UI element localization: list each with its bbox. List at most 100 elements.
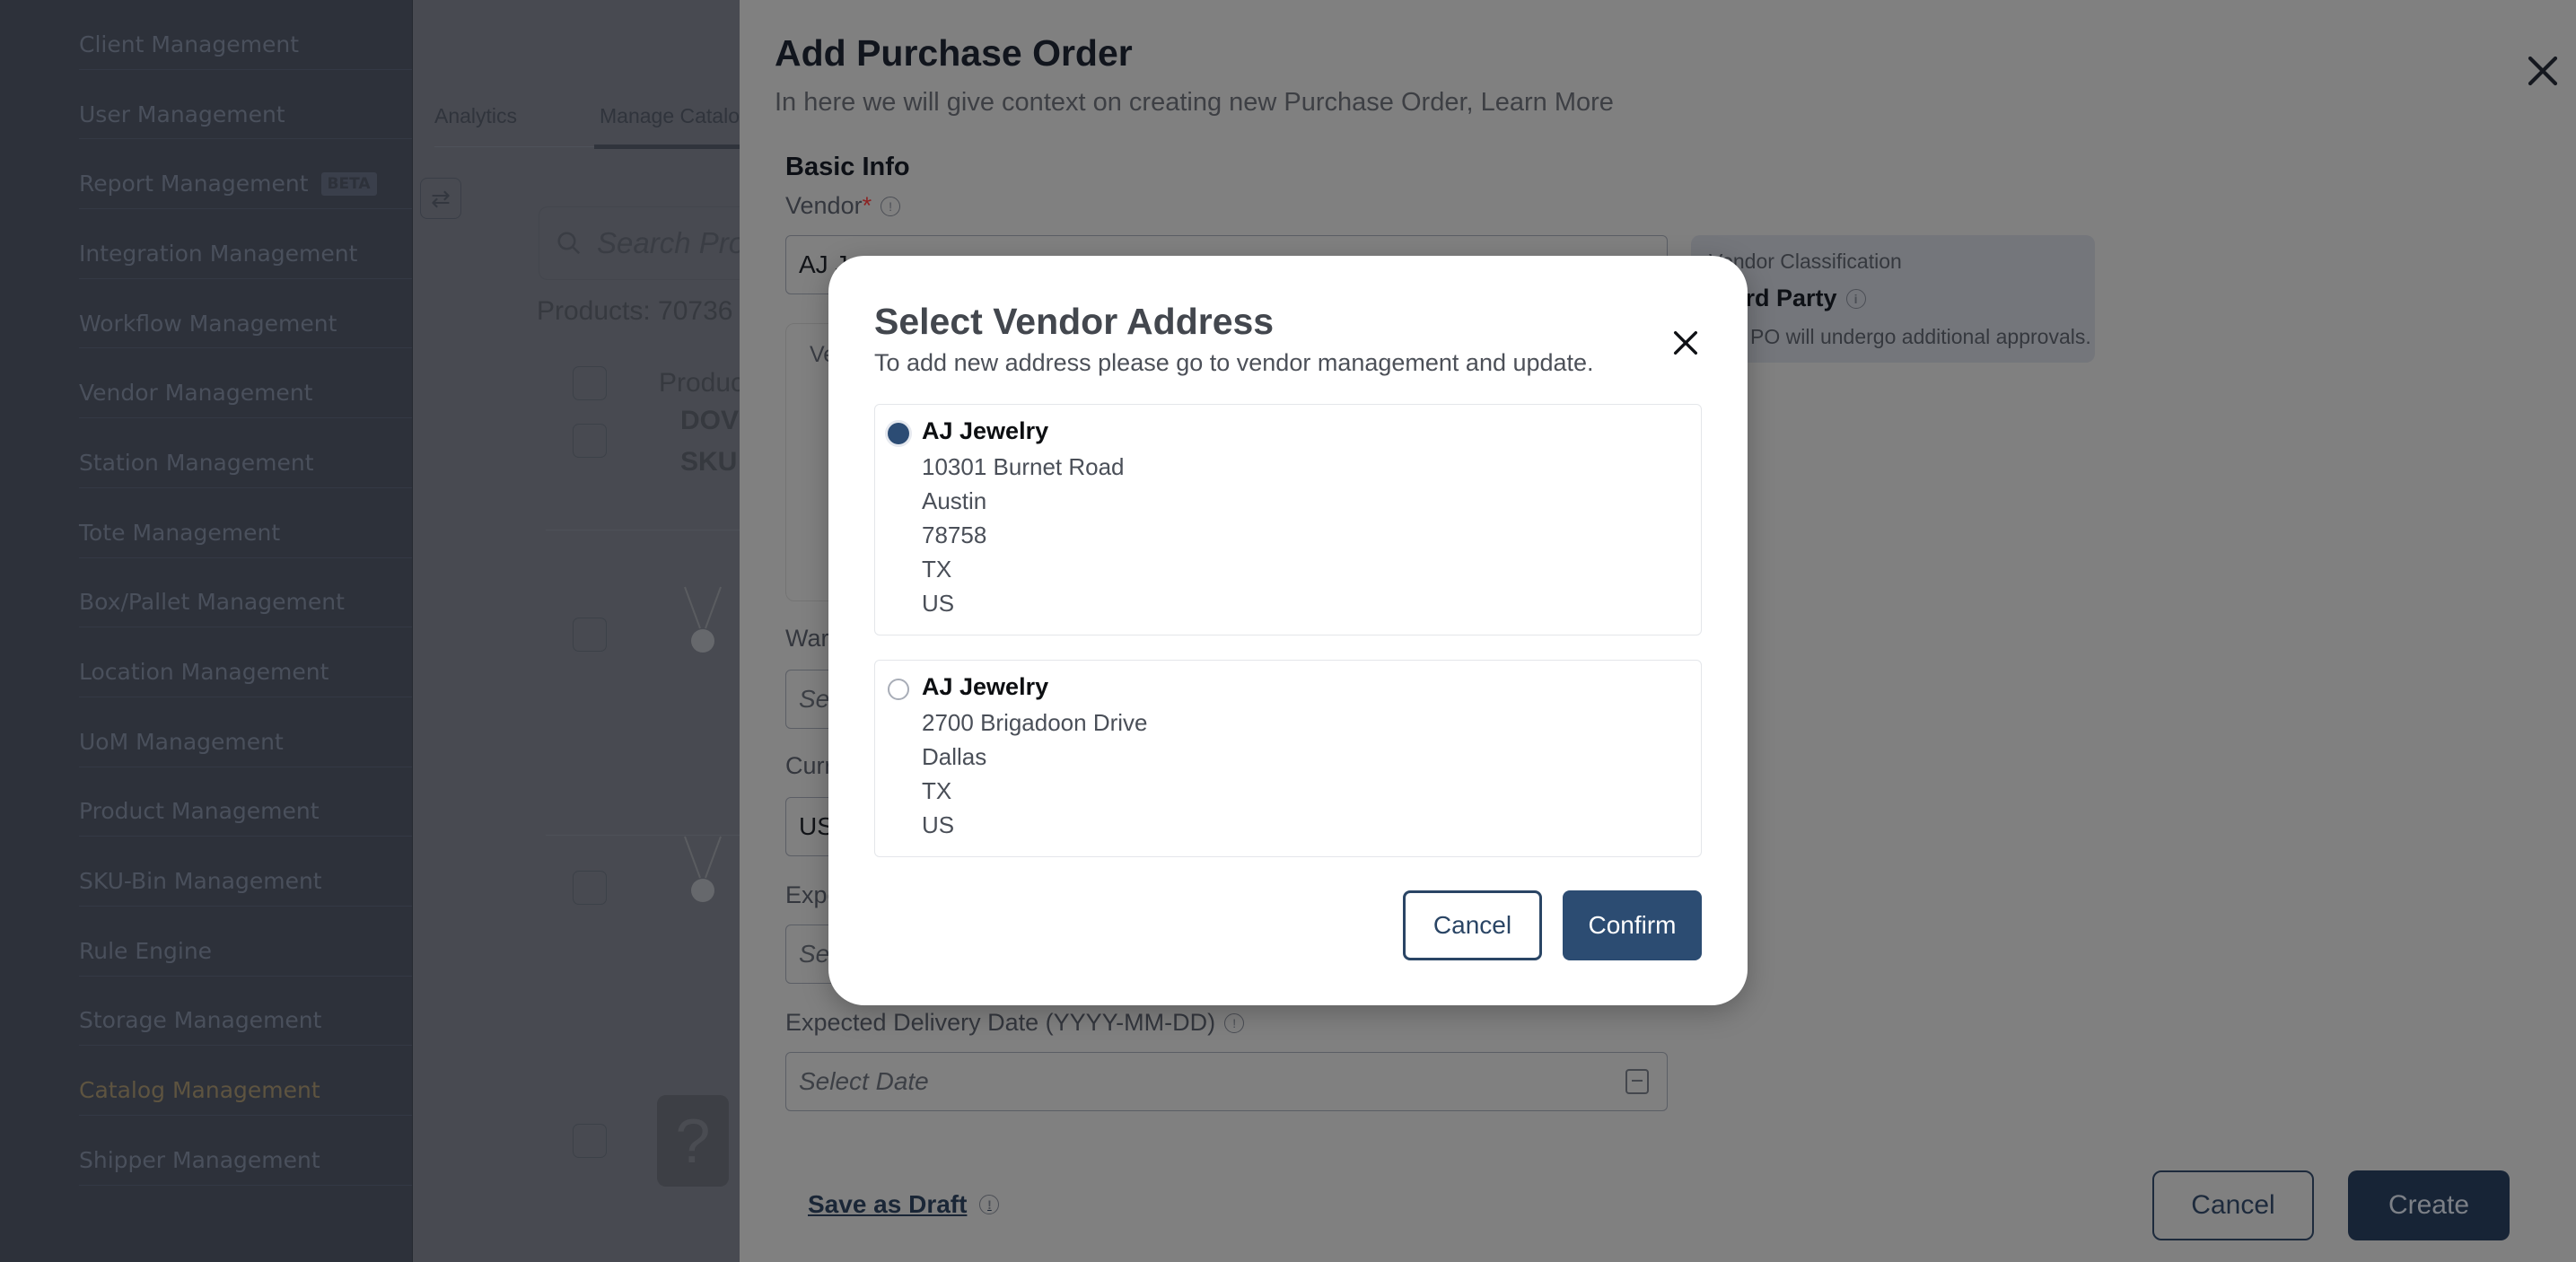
radio-selected[interactable] xyxy=(888,423,909,444)
address-option[interactable]: AJ Jewelry 2700 Brigadoon Drive Dallas T… xyxy=(874,660,1702,857)
vendor-label: Vendor* ! xyxy=(785,192,901,220)
address-city: Austin xyxy=(922,487,987,514)
sidebar-item-tote-management[interactable]: Tote Management xyxy=(79,488,412,558)
info-icon[interactable]: ! xyxy=(881,196,901,216)
address-option[interactable]: AJ Jewelry 10301 Burnet Road Austin 7875… xyxy=(874,404,1702,635)
product-sku: SKU: xyxy=(680,447,747,477)
modal-cancel-button[interactable]: Cancel xyxy=(1403,890,1542,960)
sidebar-item-label: Shipper Management xyxy=(79,1146,320,1173)
tab-analytics[interactable]: Analytics xyxy=(434,104,517,128)
catalog-page: Analytics Manage Catalog ⇄ Search Prod P… xyxy=(413,0,826,1262)
vendor-classification-label: Vendor Classification xyxy=(1709,250,1902,273)
row-checkbox[interactable] xyxy=(573,1124,607,1158)
search-icon xyxy=(557,232,581,255)
address-street: 2700 Brigadoon Drive xyxy=(922,709,1148,736)
sidebar-item-label: Integration Management xyxy=(79,240,358,267)
sidebar-item-location-management[interactable]: Location Management xyxy=(79,627,412,697)
sidebar-item-user-management[interactable]: User Management xyxy=(79,70,412,140)
address-city: Dallas xyxy=(922,743,987,770)
sidebar-item-sku-bin-management[interactable]: SKU-Bin Management xyxy=(79,837,412,907)
missing-image-placeholder: ? xyxy=(657,1095,729,1187)
sidebar-item-integration-management[interactable]: Integration Management xyxy=(79,209,412,279)
sidebar-menu: Client Management User Management Report M… xyxy=(79,0,412,1186)
sidebar-item-label: UoM Management xyxy=(79,728,284,755)
sidebar-item-label: Workflow Management xyxy=(79,310,337,337)
vendor-classification-value: Third Party i xyxy=(1709,285,2077,312)
search-placeholder: Search Prod xyxy=(597,226,762,259)
calendar-icon[interactable] xyxy=(1625,1069,1649,1094)
swap-arrows-icon: ⇄ xyxy=(431,184,451,212)
column-header-product: Produc xyxy=(659,368,745,398)
select-vendor-address-modal: Select Vendor Address To add new address… xyxy=(828,256,1748,1005)
save-as-draft-link[interactable]: Save as Draft ! xyxy=(808,1190,1000,1219)
radio-unselected[interactable] xyxy=(888,679,909,700)
close-icon[interactable] xyxy=(2524,52,2562,90)
row-checkbox[interactable] xyxy=(573,618,607,652)
info-icon[interactable]: i xyxy=(1845,288,1866,309)
row-checkbox[interactable] xyxy=(573,424,607,458)
address-zip: 78758 xyxy=(922,521,987,548)
address-vendor-name: AJ Jewelry xyxy=(922,673,1049,700)
confirm-button[interactable]: Confirm xyxy=(1563,890,1702,960)
sidebar-item-storage-management[interactable]: Storage Management xyxy=(79,977,412,1047)
sidebar-item-label: Tote Management xyxy=(79,519,281,546)
sidebar-item-catalog-management[interactable]: Catalog Management xyxy=(79,1046,412,1116)
sidebar-item-label: Box/Pallet Management xyxy=(79,589,345,616)
product-name: DOV xyxy=(680,406,740,435)
sidebar-item-label: User Management xyxy=(79,101,285,127)
sidebar-item-label: Rule Engine xyxy=(79,937,213,964)
sidebar-item-label: Catalog Management xyxy=(79,1077,320,1104)
delivery-date-placeholder: Select Date xyxy=(799,1067,929,1095)
section-basic-info: Basic Info xyxy=(785,153,910,181)
address-state: TX xyxy=(922,777,952,804)
drawer-title: Add Purchase Order xyxy=(775,32,1133,74)
drawer-subtitle: In here we will give context on creating… xyxy=(775,88,1614,117)
drawer-cancel-button[interactable]: Cancel xyxy=(2152,1170,2314,1240)
sidebar-item-client-management[interactable]: Client Management xyxy=(79,0,412,70)
warehouse-label: War xyxy=(785,625,829,652)
sidebar-item-label: Storage Management xyxy=(79,1007,322,1034)
vendor-classification-card: Vendor Classification Third Party i The … xyxy=(1691,235,2095,363)
sidebar-item-label: Station Management xyxy=(79,449,314,476)
sidebar-item-box-pallet-management[interactable]: Box/Pallet Management xyxy=(79,558,412,628)
sidebar-item-rule-engine[interactable]: Rule Engine xyxy=(79,907,412,977)
sidebar-item-shipper-management[interactable]: Shipper Management xyxy=(79,1116,412,1186)
address-state: TX xyxy=(922,556,952,583)
warehouse-placeholder: Se xyxy=(799,685,830,713)
sidebar: Client Management User Management Report M… xyxy=(0,0,413,1262)
sidebar-item-workflow-management[interactable]: Workflow Management xyxy=(79,279,412,349)
beta-badge: BETA xyxy=(320,171,377,196)
close-icon[interactable] xyxy=(1670,328,1701,358)
sidebar-item-station-management[interactable]: Station Management xyxy=(79,418,412,488)
select-all-checkbox[interactable] xyxy=(573,366,607,400)
sidebar-item-label: Location Management xyxy=(79,659,329,686)
address-vendor-name: AJ Jewelry xyxy=(922,417,1049,444)
address-country: US xyxy=(922,811,955,838)
address-street: 10301 Burnet Road xyxy=(922,453,1125,480)
vendor-classification-note: The PO will undergo additional approvals… xyxy=(1709,325,2091,348)
sidebar-item-label: Client Management xyxy=(79,31,300,57)
sidebar-item-label: SKU-Bin Management xyxy=(79,868,322,895)
row-checkbox[interactable] xyxy=(573,871,607,905)
swap-button[interactable]: ⇄ xyxy=(420,178,461,219)
row-divider xyxy=(546,835,770,836)
sidebar-item-label: Product Management xyxy=(79,798,320,825)
create-button[interactable]: Create xyxy=(2348,1170,2510,1240)
info-icon[interactable]: ! xyxy=(1224,1012,1245,1033)
tab-manage-catalog[interactable]: Manage Catalog xyxy=(594,104,757,149)
sidebar-item-vendor-management[interactable]: Vendor Management xyxy=(79,348,412,419)
address-country: US xyxy=(922,590,955,617)
sidebar-item-report-management[interactable]: Report Management BETA xyxy=(79,139,412,210)
sidebar-item-label: Vendor Management xyxy=(79,380,313,407)
info-icon[interactable]: ! xyxy=(979,1195,1000,1214)
product-thumbnail-pendant xyxy=(684,586,722,653)
product-thumbnail-pendant xyxy=(684,836,722,902)
sidebar-item-product-management[interactable]: Product Management xyxy=(79,767,412,837)
products-count: Products: 70736 xyxy=(537,296,733,326)
sidebar-item-label: Report Management xyxy=(79,171,309,197)
currency-label: Curr xyxy=(785,752,833,779)
sidebar-item-uom-management[interactable]: UoM Management xyxy=(79,697,412,767)
required-asterisk: * xyxy=(862,192,872,219)
delivery-date-label: Expected Delivery Date (YYYY-MM-DD) ! xyxy=(785,1009,1245,1037)
delivery-date-picker[interactable]: Select Date xyxy=(785,1052,1668,1111)
